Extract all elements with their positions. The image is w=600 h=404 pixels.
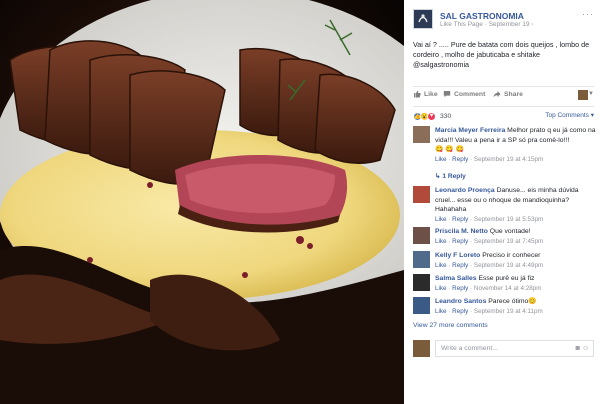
comment-meta: Like · Reply · November 14 at 4:28pm bbox=[435, 284, 542, 292]
avatar[interactable] bbox=[413, 251, 430, 268]
comment-meta: Like · Reply · September 19 at 4:15pm bbox=[435, 156, 544, 163]
page-avatar[interactable] bbox=[413, 9, 433, 29]
comment-input-placeholder: Write a comment... bbox=[441, 345, 498, 352]
page-logo-icon bbox=[414, 10, 432, 28]
comment-author[interactable]: Marcia Meyer Ferreira bbox=[435, 127, 505, 134]
comment-reply-link[interactable]: Reply bbox=[452, 262, 468, 269]
globe-icon: ◦ bbox=[531, 21, 534, 28]
like-page-link[interactable]: Like This Page bbox=[440, 21, 483, 28]
reaction-count: 330 bbox=[440, 112, 452, 120]
chevron-down-icon[interactable]: ▼ bbox=[588, 91, 594, 97]
share-label: Share bbox=[504, 90, 523, 98]
sticker-icon[interactable]: ☺ bbox=[582, 345, 589, 352]
like-icon bbox=[414, 90, 421, 98]
comment-author[interactable]: Leandro Santos bbox=[435, 298, 486, 305]
post-date[interactable]: September 19 bbox=[489, 21, 530, 28]
comment-meta: Like · Reply · September 19 at 4:49pm bbox=[435, 261, 544, 269]
view-replies-link[interactable]: ↳ 1 Reply bbox=[435, 172, 466, 180]
comment-emoji: 😋 😋 😋 bbox=[435, 146, 465, 153]
avatar[interactable] bbox=[413, 126, 430, 143]
actor-avatar[interactable] bbox=[578, 90, 588, 100]
post-header: SAL GASTRONOMIA Like This Page · Septemb… bbox=[413, 9, 594, 31]
food-photo-image bbox=[0, 0, 404, 404]
comment-meta: Like · Reply · September 19 at 7:45pm bbox=[435, 237, 544, 245]
top-comments-dropdown[interactable]: Top Comments ▾ bbox=[545, 111, 594, 119]
comment-reply-link[interactable]: Reply bbox=[452, 216, 468, 223]
divider bbox=[413, 106, 594, 107]
page-name-link[interactable]: SAL GASTRONOMIA bbox=[440, 11, 524, 21]
comment-like-link[interactable]: Like bbox=[435, 262, 447, 269]
view-more-comments-link[interactable]: View 27 more comments bbox=[413, 322, 488, 329]
comment-button[interactable]: Comment bbox=[443, 90, 485, 98]
comment-body: Leonardo Proença Danuse... eis minha dúv… bbox=[435, 186, 596, 225]
top-comments-label: Top Comments bbox=[545, 112, 589, 119]
comment-text: Preciso ir conhecer bbox=[482, 252, 541, 259]
more-options-icon[interactable]: ··· bbox=[582, 9, 594, 19]
comment-like-link[interactable]: Like bbox=[435, 156, 447, 163]
camera-icon[interactable]: ◙ bbox=[576, 345, 580, 352]
post-meta: Like This Page · September 19 ◦ bbox=[440, 21, 534, 28]
comment-author[interactable]: Kelly F Loreto bbox=[435, 252, 480, 259]
share-button[interactable]: Share bbox=[493, 90, 523, 98]
comment-like-link[interactable]: Like bbox=[435, 216, 447, 223]
comment-body: Kelly F Loreto Preciso ir conhecer Like … bbox=[435, 251, 596, 271]
comment-reply-link[interactable]: Reply bbox=[452, 308, 468, 315]
comment-input[interactable]: Write a comment... ◙ ☺ bbox=[435, 340, 594, 357]
post-actions: Like Comment Share ▼ bbox=[413, 90, 594, 102]
comment-text: Esse purê eu já fiz bbox=[478, 275, 535, 282]
comment-body: Leandro Santos Parece ótimo😊 Like · Repl… bbox=[435, 297, 596, 317]
comment-time[interactable]: September 19 at 5:53pm bbox=[474, 216, 543, 223]
avatar[interactable] bbox=[413, 274, 430, 291]
comment-time[interactable]: September 19 at 4:11pm bbox=[474, 308, 543, 315]
comment-reply-link[interactable]: Reply bbox=[452, 238, 468, 245]
comment-text: Que vontade! bbox=[489, 228, 531, 235]
reactions-summary[interactable]: 👍 😮 ♥ 330 bbox=[413, 111, 451, 121]
comment-author[interactable]: Priscila M. Netto bbox=[435, 228, 488, 235]
avatar[interactable] bbox=[413, 297, 430, 314]
comment-body: Marcia Meyer Ferreira Melhor prato q eu … bbox=[435, 126, 596, 165]
comment-like-link[interactable]: Like bbox=[435, 238, 447, 245]
comment-body: Salma Salles Esse purê eu já fiz Like · … bbox=[435, 274, 596, 294]
comment-icon bbox=[443, 91, 451, 98]
comment-text: Parece ótimo😊 bbox=[488, 298, 537, 305]
comment-meta: Like · Reply · September 19 at 5:53pm bbox=[435, 215, 544, 223]
divider bbox=[413, 86, 594, 87]
comment-time[interactable]: September 19 at 4:15pm bbox=[474, 156, 543, 163]
comment-like-link[interactable]: Like bbox=[435, 308, 447, 315]
like-label: Like bbox=[424, 90, 438, 98]
comment-time[interactable]: November 14 at 4:28pm bbox=[474, 285, 542, 292]
comment-like-link[interactable]: Like bbox=[435, 285, 447, 292]
comment-meta: Like · Reply · September 19 at 4:11pm bbox=[435, 307, 543, 315]
write-comment-box: Write a comment... ◙ ☺ bbox=[413, 340, 594, 358]
post-photo[interactable] bbox=[0, 0, 404, 404]
comment-author[interactable]: Salma Salles bbox=[435, 275, 477, 282]
share-icon bbox=[493, 91, 501, 98]
comment-label: Comment bbox=[454, 90, 486, 98]
post-text: Vai aí ? ..... Pure de batata com dois q… bbox=[413, 40, 590, 69]
comment-time[interactable]: September 19 at 7:45pm bbox=[474, 238, 543, 245]
comment-reply-link[interactable]: Reply bbox=[452, 156, 468, 163]
love-reaction-icon: ♥ bbox=[427, 111, 436, 121]
avatar[interactable] bbox=[413, 186, 430, 203]
post-panel: SAL GASTRONOMIA Like This Page · Septemb… bbox=[404, 0, 600, 404]
input-icons: ◙ ☺ bbox=[576, 345, 589, 352]
comment-reply-link[interactable]: Reply bbox=[452, 285, 468, 292]
comment-author[interactable]: Leonardo Proença bbox=[435, 187, 495, 194]
avatar[interactable] bbox=[413, 340, 430, 357]
view-replies-label: 1 Reply bbox=[442, 173, 466, 180]
avatar[interactable] bbox=[413, 227, 430, 244]
like-button[interactable]: Like bbox=[413, 90, 438, 98]
comment-time[interactable]: September 19 at 4:49pm bbox=[474, 262, 543, 269]
comment-body: Priscila M. Netto Que vontade! Like · Re… bbox=[435, 227, 596, 247]
chevron-down-icon: ▾ bbox=[590, 112, 594, 119]
